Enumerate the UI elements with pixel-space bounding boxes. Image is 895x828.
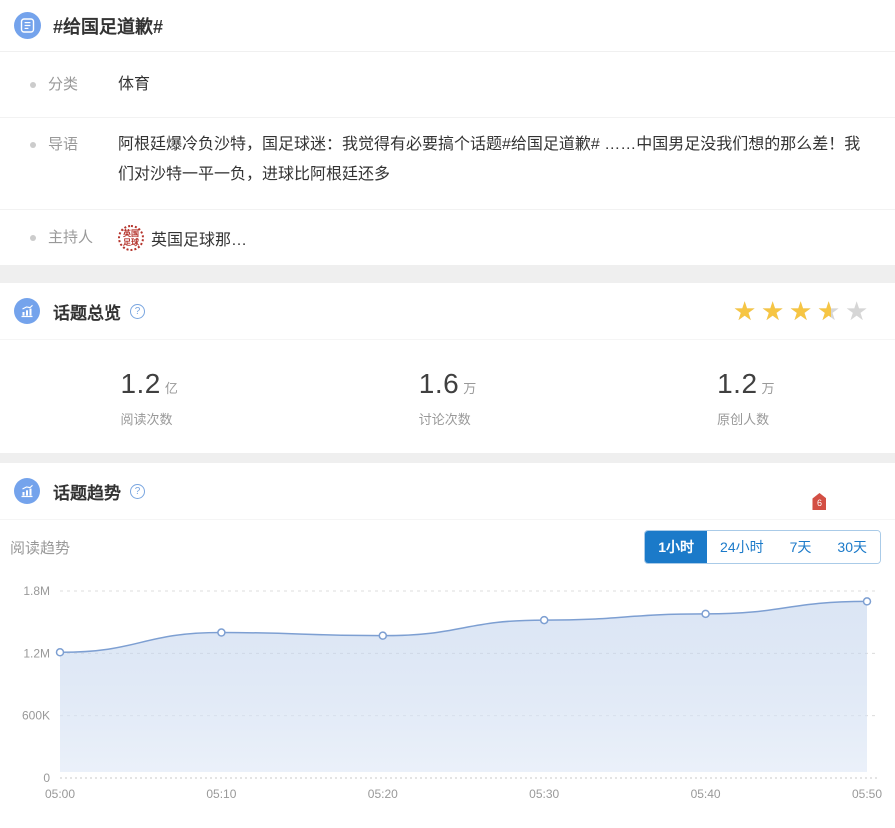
chart-trend-icon xyxy=(14,478,40,504)
read-trend-label: 阅读趋势 xyxy=(10,537,70,558)
section-divider xyxy=(0,265,895,283)
tab-7days[interactable]: 7天 xyxy=(777,531,825,563)
tab-30days[interactable]: 30天 xyxy=(824,531,880,563)
topic-trend-card: 话题趋势 ? 6 阅读趋势 1小时 24小时 7天 30天 xyxy=(0,463,895,814)
topic-title: #给国足道歉# xyxy=(53,13,163,39)
y-axis-tick-label: 1.2M xyxy=(23,646,50,660)
intro-text: 阿根廷爆冷负沙特，国足球迷：我觉得有必要搞个话题#给国足道歉# ……中国男足没我… xyxy=(118,130,870,190)
topic-overview-card: 话题总览 ? ★★★★★★★★★★ 1.2亿 阅读次数 1.6万 讨论次数 1.… xyxy=(0,283,895,453)
x-axis-tick-label: 05:00 xyxy=(45,787,75,801)
stat-reads: 1.2 亿 阅读次数 xyxy=(0,368,298,453)
stat-value: 1.6 xyxy=(419,368,459,399)
stat-value: 1.2 xyxy=(717,368,757,399)
overview-stats-row: 1.2 亿 阅读次数 1.6 万 讨论次数 1.2 万 原创人数 xyxy=(0,340,895,453)
bullet-dot-icon xyxy=(30,235,36,241)
stat-value: 1.2 xyxy=(120,368,160,399)
read-trend-chart: 1.8M 1.2M 600K 0 05:00 05:10 05:20 05:30 05:40 05… xyxy=(0,574,895,814)
y-axis-tick-label: 600K xyxy=(22,709,50,723)
stat-unit: 万 xyxy=(762,381,775,396)
star-icon: ★★ xyxy=(845,297,873,325)
host-name[interactable]: 英国足球那… xyxy=(151,226,247,250)
stat-original-authors: 1.2 万 原创人数 xyxy=(597,368,895,453)
intro-label: 导语 xyxy=(48,134,118,156)
overview-title: 话题总览 xyxy=(53,299,121,324)
stat-label: 讨论次数 xyxy=(419,409,476,428)
bullet-dot-icon xyxy=(30,82,36,88)
topic-document-icon xyxy=(14,12,41,39)
data-point[interactable] xyxy=(218,629,225,636)
data-point[interactable] xyxy=(702,610,709,617)
star-icon: ★★ xyxy=(789,297,817,325)
category-row: 分类 体育 xyxy=(0,52,895,118)
help-icon[interactable]: ? xyxy=(130,304,145,319)
intro-row: 导语 阿根廷爆冷负沙特，国足球迷：我觉得有必要搞个话题#给国足道歉# ……中国男… xyxy=(0,118,895,210)
x-axis-tick-label: 05:40 xyxy=(691,787,721,801)
host-avatar[interactable]: 英国足球 xyxy=(118,225,144,251)
star-rating: ★★★★★★★★★★ xyxy=(733,297,881,325)
data-point[interactable] xyxy=(541,617,548,624)
star-icon: ★★ xyxy=(817,297,845,325)
host-label: 主持人 xyxy=(48,227,118,249)
trend-chart-svg: 1.8M 1.2M 600K 0 05:00 05:10 05:20 05:30 05:40 05… xyxy=(0,574,895,814)
x-axis-tick-label: 05:10 xyxy=(206,787,236,801)
data-point[interactable] xyxy=(379,632,386,639)
bullet-dot-icon xyxy=(30,142,36,148)
y-axis-tick-label: 0 xyxy=(43,771,50,785)
stat-label: 阅读次数 xyxy=(120,409,177,428)
star-icon: ★★ xyxy=(761,297,789,325)
host-row: 主持人 英国足球 英国足球那… xyxy=(0,210,895,265)
trend-area-fill xyxy=(60,601,867,772)
tab-24hours[interactable]: 24小时 xyxy=(707,531,777,563)
section-divider xyxy=(0,453,895,463)
tab-1hour[interactable]: 1小时 xyxy=(645,531,707,563)
chart-trend-icon xyxy=(14,298,40,324)
x-axis-tick-label: 05:50 xyxy=(852,787,882,801)
stat-discussions: 1.6 万 讨论次数 xyxy=(298,368,596,453)
stat-unit: 亿 xyxy=(165,381,178,396)
topic-title-row: #给国足道歉# xyxy=(0,0,895,52)
x-axis-tick-label: 05:20 xyxy=(368,787,398,801)
time-range-tabs: 1小时 24小时 7天 30天 xyxy=(644,530,881,564)
trend-controls: 阅读趋势 1小时 24小时 7天 30天 xyxy=(0,520,895,574)
topic-header-card: #给国足道歉# 分类 体育 导语 阿根廷爆冷负沙特，国足球迷：我觉得有必要搞个话… xyxy=(0,0,895,265)
category-value: 体育 xyxy=(118,74,150,96)
heat-level-badge: 6 xyxy=(812,493,826,510)
stat-label: 原创人数 xyxy=(717,409,774,428)
heat-gauge-wrap: 6 xyxy=(731,479,881,513)
stat-unit: 万 xyxy=(463,381,476,396)
trend-title: 话题趋势 xyxy=(53,479,121,504)
trend-header: 话题趋势 ? 6 xyxy=(0,463,895,520)
x-axis-tick-label: 05:30 xyxy=(529,787,559,801)
host-profile-link[interactable]: 英国足球 英国足球那… xyxy=(118,225,247,251)
topic-analytics-page: #给国足道歉# 分类 体育 导语 阿根廷爆冷负沙特，国足球迷：我觉得有必要搞个话… xyxy=(0,0,895,814)
help-icon[interactable]: ? xyxy=(130,484,145,499)
star-icon: ★★ xyxy=(733,297,761,325)
data-point[interactable] xyxy=(57,649,64,656)
category-label: 分类 xyxy=(48,74,118,96)
overview-header: 话题总览 ? ★★★★★★★★★★ xyxy=(0,283,895,340)
y-axis-tick-label: 1.8M xyxy=(23,584,50,598)
data-point[interactable] xyxy=(864,598,871,605)
